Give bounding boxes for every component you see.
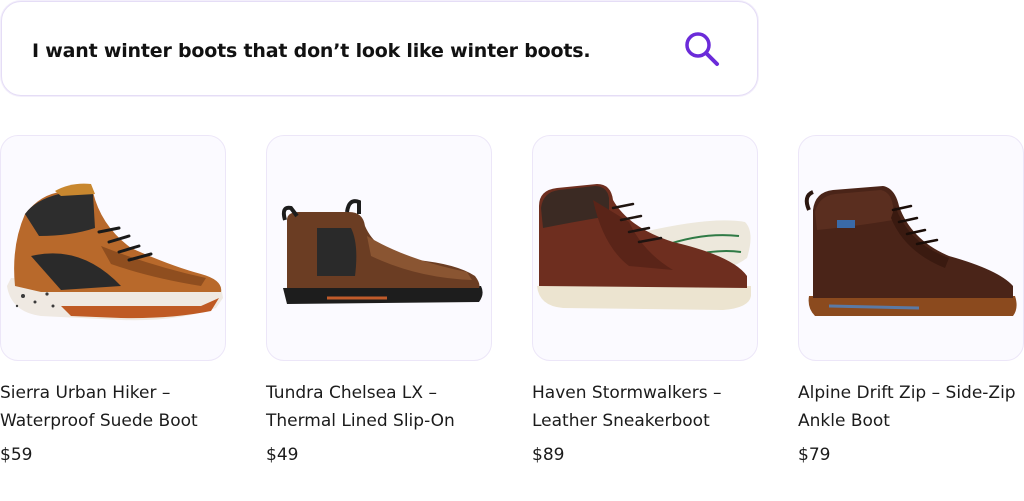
product-title-line: Thermal Lined Slip-On [266, 411, 455, 431]
product-price: $79 [798, 445, 831, 465]
product-image[interactable] [532, 135, 758, 361]
search-input[interactable]: I want winter boots that don’t look like… [32, 40, 591, 62]
product-title-line: Waterproof Suede Boot [0, 411, 198, 431]
product-card[interactable]: Sierra Urban Hiker – Waterproof Suede Bo… [0, 135, 226, 465]
product-title-line: Leather Sneakerboot [532, 411, 710, 431]
search-icon[interactable] [683, 30, 721, 68]
product-image[interactable] [798, 135, 1024, 361]
product-card[interactable]: Alpine Drift Zip – Side-Zip Ankle Boot $… [798, 135, 1024, 465]
product-title[interactable]: Sierra Urban Hiker – Waterproof Suede Bo… [0, 379, 235, 435]
product-price: $89 [532, 445, 565, 465]
product-price: $59 [0, 445, 33, 465]
search-bar[interactable]: I want winter boots that don’t look like… [1, 1, 758, 96]
product-title-line: Tundra Chelsea LX – [266, 383, 437, 403]
product-title-line: Alpine Drift Zip – Side-Zip [798, 383, 1016, 403]
product-title-line: Haven Stormwalkers – [532, 383, 722, 403]
product-card[interactable]: Tundra Chelsea LX – Thermal Lined Slip-O… [266, 135, 492, 465]
product-card[interactable]: Haven Stormwalkers – Leather Sneakerboot… [532, 135, 758, 465]
product-title[interactable]: Tundra Chelsea LX – Thermal Lined Slip-O… [266, 379, 501, 435]
product-price: $49 [266, 445, 299, 465]
product-title-line: Sierra Urban Hiker – [0, 383, 171, 403]
product-image[interactable] [0, 135, 226, 361]
product-title-line: Ankle Boot [798, 411, 890, 431]
product-image[interactable] [266, 135, 492, 361]
product-title[interactable]: Alpine Drift Zip – Side-Zip Ankle Boot [798, 379, 1024, 435]
product-title[interactable]: Haven Stormwalkers – Leather Sneakerboot [532, 379, 767, 435]
